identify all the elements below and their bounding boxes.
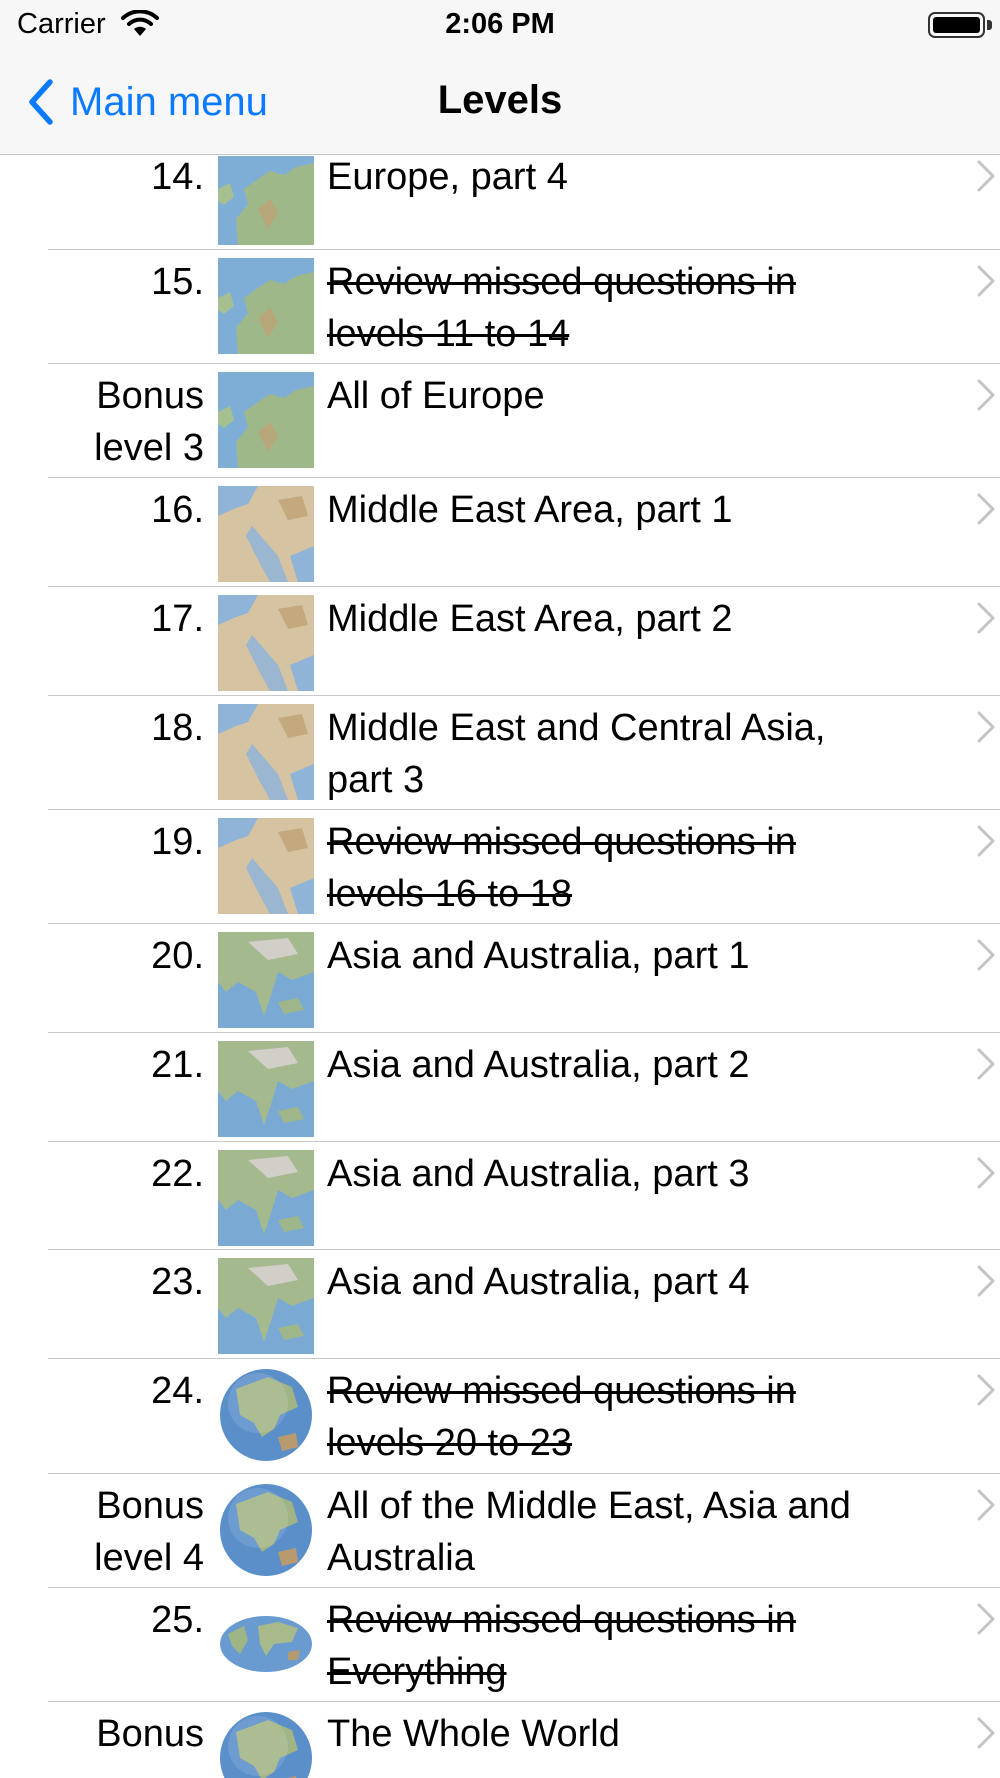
level-row[interactable]: 21. Asia and Australia, part 2 bbox=[0, 1033, 1000, 1142]
map-asia-icon bbox=[218, 1041, 314, 1137]
map-europe-icon bbox=[218, 372, 314, 468]
chevron-right-icon bbox=[977, 939, 995, 971]
level-number: 16. bbox=[151, 489, 204, 531]
level-row[interactable]: 16. Middle East Area, part 1 bbox=[0, 478, 1000, 587]
level-number: 22. bbox=[151, 1153, 204, 1195]
level-number: Bonus level 4 bbox=[94, 1485, 204, 1579]
chevron-right-icon bbox=[977, 493, 995, 525]
globe-icon bbox=[218, 1367, 314, 1463]
map-middle-east-icon bbox=[218, 818, 314, 914]
chevron-right-icon bbox=[977, 711, 995, 743]
level-title: Middle East and Central Asia, part 3 bbox=[327, 707, 826, 801]
level-row[interactable]: Bonus level 4 All of the Middle East, Asi… bbox=[0, 1474, 1000, 1588]
level-number: 15. bbox=[151, 261, 204, 303]
level-number: 20. bbox=[151, 935, 204, 977]
chevron-right-icon bbox=[977, 265, 995, 297]
map-middle-east-icon bbox=[218, 486, 314, 582]
level-number: 14. bbox=[151, 156, 204, 198]
chevron-right-icon bbox=[977, 1717, 995, 1749]
status-bar: Carrier 2:06 PM bbox=[0, 0, 1000, 50]
chevron-right-icon bbox=[977, 379, 995, 411]
battery-icon bbox=[928, 12, 985, 38]
globe-icon bbox=[218, 1482, 314, 1578]
chevron-right-icon bbox=[977, 825, 995, 857]
level-number: 23. bbox=[151, 1261, 204, 1303]
level-title: Asia and Australia, part 2 bbox=[327, 1044, 750, 1086]
level-row[interactable]: 20. Asia and Australia, part 1 bbox=[0, 924, 1000, 1033]
level-number: 21. bbox=[151, 1044, 204, 1086]
level-title: Asia and Australia, part 1 bbox=[327, 935, 750, 977]
level-number: 24. bbox=[151, 1370, 204, 1412]
level-row[interactable]: Bonus level 3 All of Europe bbox=[0, 364, 1000, 478]
chevron-right-icon bbox=[977, 1603, 995, 1635]
level-title: Review missed questions in levels 16 to … bbox=[327, 821, 796, 915]
chevron-right-icon bbox=[977, 602, 995, 634]
level-row[interactable]: 17. Middle East Area, part 2 bbox=[0, 587, 1000, 696]
map-asia-icon bbox=[218, 932, 314, 1028]
level-title: All of Europe bbox=[327, 375, 545, 417]
level-row[interactable]: 19. Review missed questions in levels 16 … bbox=[0, 810, 1000, 924]
globe-icon bbox=[218, 1710, 314, 1778]
level-row[interactable]: 15. Review missed questions in levels 11 … bbox=[0, 250, 1000, 364]
chevron-right-icon bbox=[977, 1048, 995, 1080]
page-title: Levels bbox=[437, 78, 563, 122]
level-number: Bonus bbox=[96, 1713, 204, 1755]
level-title: Europe, part 4 bbox=[327, 156, 568, 198]
level-title: The Whole World bbox=[327, 1713, 620, 1755]
level-row[interactable]: 25. Review missed questions in Everything bbox=[0, 1588, 1000, 1702]
level-title: Asia and Australia, part 4 bbox=[327, 1261, 750, 1303]
map-middle-east-icon bbox=[218, 704, 314, 800]
level-row[interactable]: 24. Review missed questions in levels 20 … bbox=[0, 1359, 1000, 1474]
levels-list[interactable]: 14. Europe, part 4 15. Review missed questi… bbox=[0, 156, 1000, 1778]
map-middle-east-icon bbox=[218, 595, 314, 691]
battery-tip bbox=[987, 20, 992, 30]
world-map-icon bbox=[218, 1596, 314, 1692]
level-row[interactable]: 22. Asia and Australia, part 3 bbox=[0, 1142, 1000, 1250]
map-asia-icon bbox=[218, 1150, 314, 1246]
level-number: 18. bbox=[151, 707, 204, 749]
level-title: All of the Middle East, Asia and Austral… bbox=[327, 1485, 851, 1579]
level-number: 25. bbox=[151, 1599, 204, 1641]
chevron-right-icon bbox=[977, 1374, 995, 1406]
navigation-bar: Main menu Levels bbox=[0, 50, 1000, 155]
level-number: 19. bbox=[151, 821, 204, 863]
clock-label: 2:06 PM bbox=[445, 8, 555, 40]
level-title: Asia and Australia, part 3 bbox=[327, 1153, 750, 1195]
level-title: Review missed questions in levels 11 to … bbox=[327, 261, 796, 355]
level-number: Bonus level 3 bbox=[94, 375, 204, 469]
level-title: Middle East Area, part 2 bbox=[327, 598, 733, 640]
level-row[interactable]: Bonus The Whole World bbox=[0, 1702, 1000, 1778]
level-row[interactable]: 23. Asia and Australia, part 4 bbox=[0, 1250, 1000, 1359]
chevron-right-icon bbox=[977, 160, 995, 192]
level-title: Review missed questions in Everything bbox=[327, 1599, 796, 1693]
map-europe-icon bbox=[218, 258, 314, 354]
level-title: Middle East Area, part 1 bbox=[327, 489, 733, 531]
chevron-right-icon bbox=[977, 1157, 995, 1189]
level-title: Review missed questions in levels 20 to … bbox=[327, 1370, 796, 1464]
map-europe-icon bbox=[218, 156, 314, 245]
level-row[interactable]: 14. Europe, part 4 bbox=[0, 156, 1000, 250]
level-number: 17. bbox=[151, 598, 204, 640]
chevron-right-icon bbox=[977, 1489, 995, 1521]
map-asia-icon bbox=[218, 1258, 314, 1354]
level-row[interactable]: 18. Middle East and Central Asia, part 3 bbox=[0, 696, 1000, 810]
chevron-right-icon bbox=[977, 1265, 995, 1297]
